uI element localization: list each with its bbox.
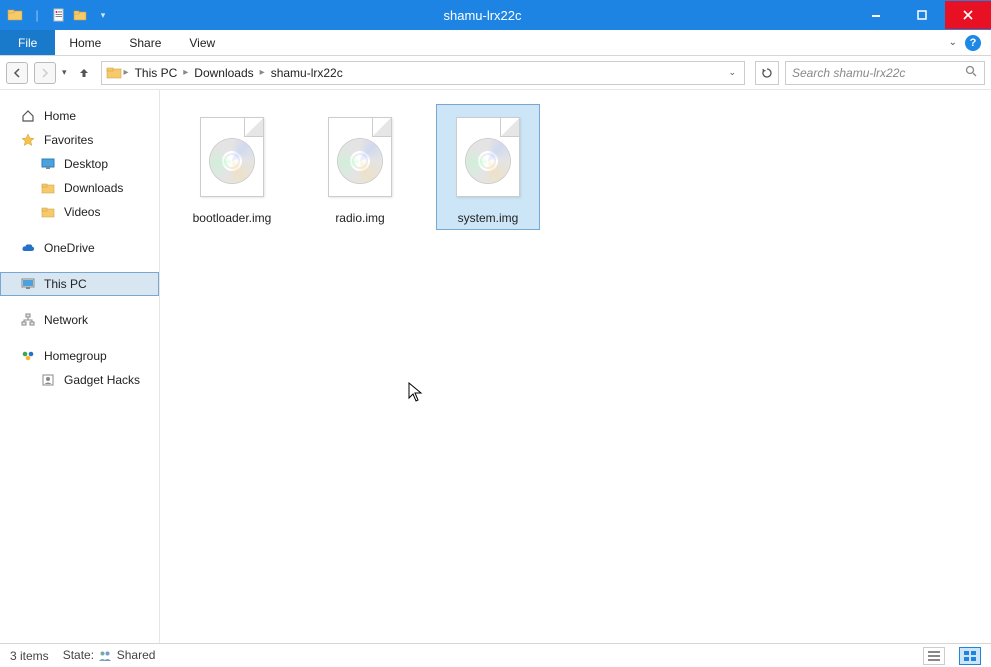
sidebar-item-label: This PC: [44, 277, 87, 291]
sidebar-item-home[interactable]: Home: [0, 104, 159, 128]
file-item[interactable]: radio.img: [308, 104, 412, 230]
content-pane[interactable]: bootloader.img radio.img system.img: [160, 90, 991, 643]
sidebar-item-onedrive[interactable]: OneDrive: [0, 236, 159, 260]
sidebar-item-label: Gadget Hacks: [64, 373, 140, 387]
separator-icon: |: [28, 6, 46, 24]
ribbon-tab-file[interactable]: File: [0, 30, 55, 55]
people-icon: [97, 648, 113, 664]
network-icon: [20, 312, 36, 328]
crumb-current[interactable]: shamu-lrx22c: [267, 66, 347, 80]
status-state-label: State:: [63, 648, 94, 662]
ribbon-expand-icon[interactable]: ⌄: [949, 37, 957, 48]
crumb-thispc[interactable]: This PC: [131, 66, 182, 80]
back-button[interactable]: [6, 62, 28, 84]
close-button[interactable]: [945, 1, 991, 29]
up-button[interactable]: [73, 62, 95, 84]
crumb-downloads[interactable]: Downloads: [190, 66, 257, 80]
sidebar-item-label: Home: [44, 109, 76, 123]
cloud-icon: [20, 240, 36, 256]
view-details-button[interactable]: [923, 647, 945, 665]
window-title: shamu-lrx22c: [112, 8, 853, 23]
chevron-right-icon[interactable]: ▸: [260, 67, 265, 78]
folder-icon: [40, 204, 56, 220]
file-label: radio.img: [335, 211, 384, 225]
file-item[interactable]: system.img: [436, 104, 540, 230]
sidebar-item-label: Desktop: [64, 157, 108, 171]
sidebar: Home Favorites Desktop Downloads Videos …: [0, 90, 160, 643]
computer-icon: [20, 276, 36, 292]
folder-icon: [40, 180, 56, 196]
sidebar-item-downloads[interactable]: Downloads: [0, 176, 159, 200]
status-state-value: Shared: [117, 648, 156, 662]
window-controls: [853, 1, 991, 29]
chevron-right-icon[interactable]: ▸: [124, 67, 129, 78]
breadcrumb[interactable]: ▸ This PC ▸ Downloads ▸ shamu-lrx22c ⌄: [101, 61, 745, 85]
file-label: bootloader.img: [193, 211, 272, 225]
sidebar-item-label: Downloads: [64, 181, 123, 195]
ribbon: File Home Share View ⌄ ?: [0, 30, 991, 56]
sidebar-item-label: Videos: [64, 205, 100, 219]
sidebar-item-network[interactable]: Network: [0, 308, 159, 332]
person-icon: [40, 372, 56, 388]
recent-dropdown-icon[interactable]: ▾: [62, 67, 67, 78]
forward-button[interactable]: [34, 62, 56, 84]
search-box[interactable]: [785, 61, 985, 85]
disc-image-icon: [440, 109, 536, 205]
status-item-count: 3 items: [10, 649, 49, 663]
sidebar-item-videos[interactable]: Videos: [0, 200, 159, 224]
sidebar-item-label: OneDrive: [44, 241, 95, 255]
quick-access-toolbar: | ▾: [0, 6, 112, 24]
search-input[interactable]: [792, 66, 965, 80]
titlebar: | ▾ shamu-lrx22c: [0, 0, 991, 30]
ribbon-tab-home[interactable]: Home: [55, 30, 115, 55]
properties-icon[interactable]: [50, 6, 68, 24]
homegroup-icon: [20, 348, 36, 364]
star-icon: [20, 132, 36, 148]
sidebar-item-label: Homegroup: [44, 349, 107, 363]
sidebar-item-desktop[interactable]: Desktop: [0, 152, 159, 176]
minimize-button[interactable]: [853, 1, 899, 29]
folder-icon: [6, 6, 24, 24]
refresh-button[interactable]: [755, 61, 779, 85]
maximize-button[interactable]: [899, 1, 945, 29]
desktop-icon: [40, 156, 56, 172]
sidebar-item-favorites[interactable]: Favorites: [0, 128, 159, 152]
sidebar-item-thispc[interactable]: This PC: [0, 272, 159, 296]
sidebar-item-homegroup[interactable]: Homegroup: [0, 344, 159, 368]
new-folder-icon[interactable]: [72, 6, 90, 24]
sidebar-item-gadgethacks[interactable]: Gadget Hacks: [0, 368, 159, 392]
sidebar-item-label: Favorites: [44, 133, 93, 147]
statusbar: 3 items State: Shared: [0, 643, 991, 667]
sidebar-item-label: Network: [44, 313, 88, 327]
disc-image-icon: [184, 109, 280, 205]
disc-image-icon: [312, 109, 408, 205]
navbar: ▾ ▸ This PC ▸ Downloads ▸ shamu-lrx22c ⌄: [0, 56, 991, 90]
status-state: State: Shared: [63, 648, 156, 664]
qat-dropdown-icon[interactable]: ▾: [94, 6, 112, 24]
chevron-right-icon[interactable]: ▸: [183, 67, 188, 78]
ribbon-tab-view[interactable]: View: [175, 30, 229, 55]
folder-icon: [106, 65, 122, 81]
view-icons-button[interactable]: [959, 647, 981, 665]
help-icon[interactable]: ?: [965, 35, 981, 51]
file-label: system.img: [458, 211, 519, 225]
file-item[interactable]: bootloader.img: [180, 104, 284, 230]
breadcrumb-dropdown-icon[interactable]: ⌄: [724, 67, 740, 78]
search-icon: [965, 65, 978, 81]
main: Home Favorites Desktop Downloads Videos …: [0, 90, 991, 643]
ribbon-tab-share[interactable]: Share: [115, 30, 175, 55]
home-icon: [20, 108, 36, 124]
